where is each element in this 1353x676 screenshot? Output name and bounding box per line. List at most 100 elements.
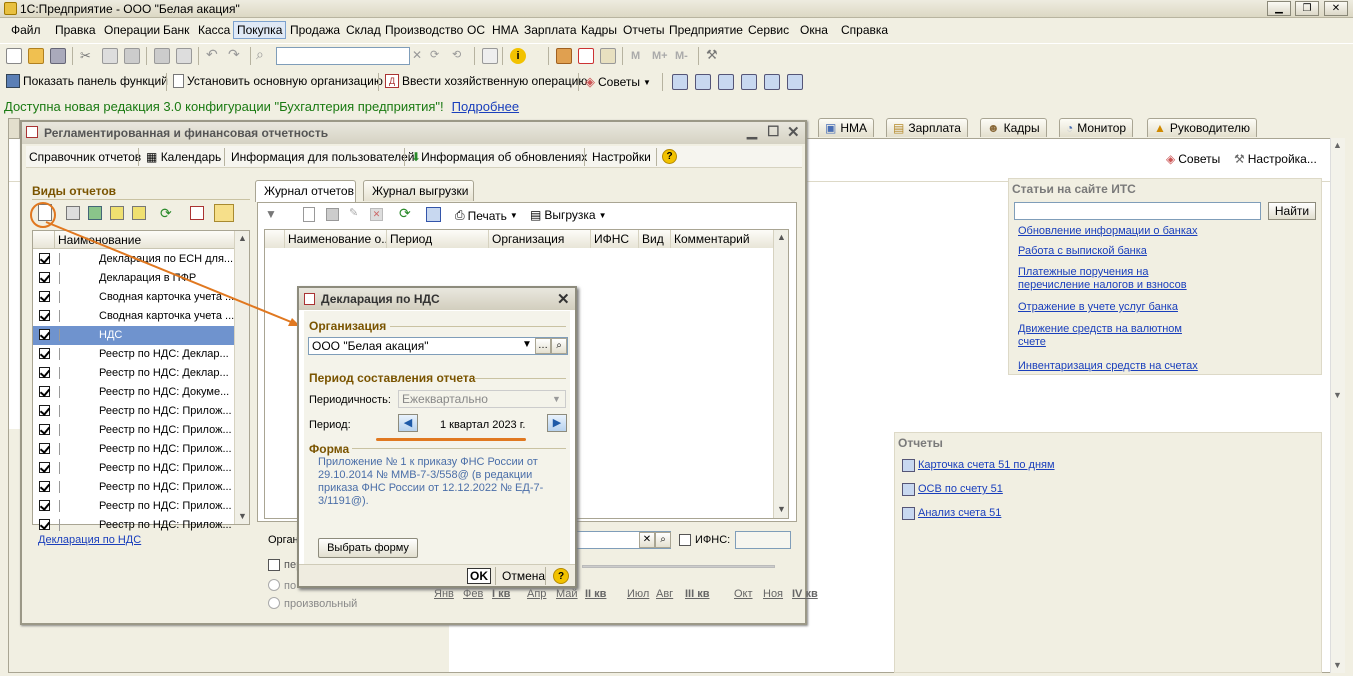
minimize-button[interactable]: ▁: [1267, 1, 1291, 16]
row-checkbox[interactable]: [39, 424, 50, 435]
periodicity-select[interactable]: Ежеквартально: [398, 390, 566, 408]
enter-operation-button[interactable]: Д Ввести хозяйственную операцию: [385, 74, 587, 88]
grid-scroll-down-icon[interactable]: ▼: [777, 504, 786, 514]
periodicity-dropdown-icon[interactable]: ▼: [552, 394, 561, 404]
find-next-icon[interactable]: ⟳: [430, 48, 446, 64]
memory-m-icon[interactable]: M: [631, 50, 640, 62]
row-checkbox[interactable]: [39, 272, 50, 283]
search-icon[interactable]: ⌕: [256, 46, 272, 62]
org-search-icon[interactable]: ⌕: [551, 338, 567, 354]
settings-button[interactable]: Настройки: [592, 150, 651, 164]
report-kind-row[interactable]: Реестр по НДС: Прилож...: [33, 402, 234, 421]
row-checkbox[interactable]: [39, 253, 50, 264]
row-checkbox[interactable]: [39, 291, 50, 302]
period-month-link[interactable]: III кв: [685, 588, 710, 600]
kinds-scroll-up-icon[interactable]: ▲: [238, 233, 247, 243]
report-kind-row[interactable]: Реестр по НДС: Прилож...: [33, 440, 234, 459]
report-icon-2[interactable]: [695, 74, 711, 90]
report-icon-4[interactable]: [741, 74, 757, 90]
help-icon[interactable]: ?: [662, 149, 677, 164]
report-kind-row[interactable]: Декларация в ПФР: [33, 269, 234, 288]
menu-6[interactable]: Продажа: [287, 23, 343, 37]
journal-edit-icon[interactable]: ✎: [349, 206, 358, 219]
copy-report-icon[interactable]: [66, 206, 80, 220]
journal-export-icon[interactable]: [426, 207, 441, 222]
its-link-2[interactable]: Работа с выпиской банка: [1018, 245, 1218, 258]
window-minimize-icon[interactable]: ▁: [747, 124, 757, 140]
tree-icon[interactable]: [110, 206, 124, 220]
its-link-6[interactable]: Инвентаризация средств на счетах: [1018, 360, 1238, 373]
report-kind-row[interactable]: Реестр по НДС: Прилож...: [33, 421, 234, 440]
check-report-icon[interactable]: [88, 206, 102, 220]
col-ifns[interactable]: ИФНС: [591, 230, 639, 248]
report-kind-row[interactable]: Реестр по НДС: Докуме...: [33, 383, 234, 402]
ok-button[interactable]: OK: [467, 568, 491, 584]
print-icon[interactable]: [154, 48, 170, 64]
tips-button[interactable]: ◈ Советы ▼: [585, 74, 651, 90]
main-settings-button[interactable]: ⚒ Настройка...: [1234, 152, 1317, 166]
new-document-icon[interactable]: [6, 48, 22, 64]
org-more-icon[interactable]: …: [535, 338, 551, 354]
search-clear-icon[interactable]: ✕: [412, 48, 422, 62]
row-checkbox[interactable]: [39, 367, 50, 378]
row-checkbox[interactable]: [39, 405, 50, 416]
folder-view-icon[interactable]: [214, 204, 234, 222]
report-link-3[interactable]: Анализ счета 51: [918, 507, 1001, 520]
report-kind-row[interactable]: Реестр по НДС: Деклар...: [33, 345, 234, 364]
period-month-link[interactable]: II кв: [585, 588, 606, 600]
show-panel-button[interactable]: Показать панель функций: [6, 74, 168, 88]
close-button[interactable]: ✕: [1324, 1, 1348, 16]
tab-personnel[interactable]: ☻ Кадры: [980, 118, 1047, 137]
vat-declaration-link[interactable]: Декларация по НДС: [38, 534, 141, 547]
report-kind-row[interactable]: Реестр по НДС: Прилож...: [33, 478, 234, 497]
row-checkbox[interactable]: [39, 462, 50, 473]
row-checkbox[interactable]: [39, 329, 50, 340]
radio-quarter[interactable]: [268, 579, 280, 591]
period-month-link[interactable]: Янв: [434, 588, 454, 600]
period-month-link[interactable]: IV кв: [792, 588, 818, 600]
menu-16[interactable]: Окна: [797, 23, 831, 37]
journal-new-icon[interactable]: [303, 207, 315, 222]
col-period[interactable]: Период: [387, 230, 489, 248]
main-tips-button[interactable]: ◈ Советы: [1166, 152, 1220, 166]
col-name[interactable]: Наименование о...: [285, 230, 387, 248]
org-filter-clear-icon[interactable]: ✕: [639, 532, 655, 548]
tab-report-journal[interactable]: Журнал отчетов: [255, 180, 356, 202]
ifns-input[interactable]: [735, 531, 791, 549]
kinds-scroll-down-icon[interactable]: ▼: [238, 511, 247, 521]
report-kind-row[interactable]: Сводная карточка учета ...: [33, 288, 234, 307]
menu-1[interactable]: Правка: [52, 23, 99, 37]
save-icon[interactable]: [50, 48, 66, 64]
report-kind-row[interactable]: Реестр по НДС: Прилож...: [33, 516, 234, 535]
report-kind-row[interactable]: Реестр по НДС: Деклар...: [33, 364, 234, 383]
maximize-button[interactable]: ❐: [1295, 1, 1319, 16]
calendar-button[interactable]: ▦ Календарь: [146, 150, 221, 164]
scroll-up-icon[interactable]: ▲: [1333, 140, 1342, 150]
tab-monitor[interactable]: ◔ Монитор: [1059, 118, 1134, 137]
org-filter-search-icon[interactable]: ⌕: [655, 532, 671, 548]
menu-5[interactable]: Покупка: [233, 21, 287, 39]
grid-scrollbar[interactable]: ▲ ▼: [773, 230, 788, 518]
report-kind-row[interactable]: Реестр по НДС: Прилож...: [33, 459, 234, 478]
tree-expand-icon[interactable]: [132, 206, 146, 220]
menu-8[interactable]: Производство: [382, 23, 466, 37]
grid-scroll-up-icon[interactable]: ▲: [777, 232, 786, 242]
memory-mplus-icon[interactable]: M+: [652, 50, 668, 62]
row-checkbox[interactable]: [39, 481, 50, 492]
calculator-icon[interactable]: [556, 48, 572, 64]
info-icon[interactable]: i: [510, 48, 526, 64]
preview-icon[interactable]: [176, 48, 192, 64]
its-link-5[interactable]: Движение средств на валютном счете: [1018, 323, 1198, 349]
copy-icon[interactable]: [102, 48, 118, 64]
menu-14[interactable]: Предприятие: [666, 23, 746, 37]
menu-10[interactable]: НМА: [489, 23, 522, 37]
reports-ref-button[interactable]: Справочник отчетов: [29, 150, 141, 164]
updates-info-button[interactable]: ⬇Информация об обновлениях: [411, 150, 587, 164]
row-checkbox[interactable]: [39, 386, 50, 397]
journal-copy-icon[interactable]: [326, 208, 339, 221]
its-find-button[interactable]: Найти: [1268, 202, 1316, 220]
choose-form-button[interactable]: Выбрать форму: [318, 538, 418, 558]
its-link-3[interactable]: Платежные поручения на перечисление нало…: [1018, 266, 1198, 292]
memory-mminus-icon[interactable]: M-: [675, 50, 688, 62]
period-month-link[interactable]: Фев: [463, 588, 483, 600]
